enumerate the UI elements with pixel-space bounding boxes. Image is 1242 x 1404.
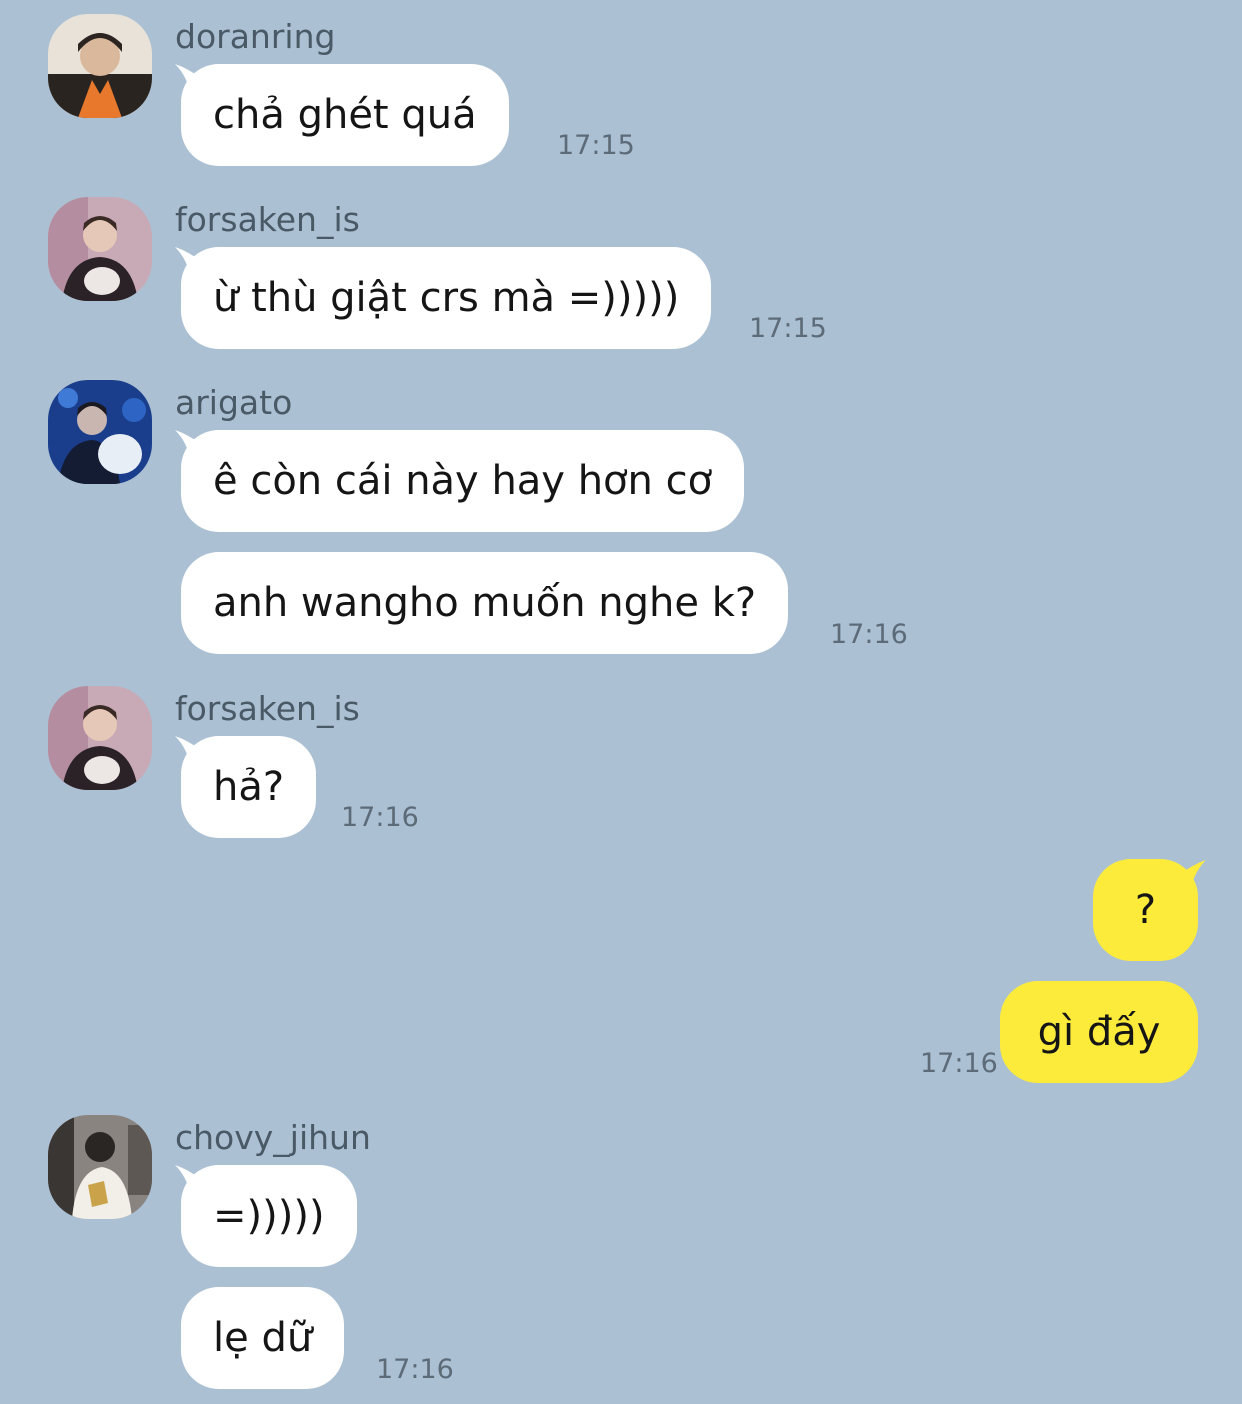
message-bubble[interactable]: hả? [181, 736, 317, 838]
sender-name: doranring [175, 17, 336, 56]
message-bubble[interactable]: lẹ dữ [181, 1287, 345, 1389]
message-bubble[interactable]: ê còn cái này hay hơn cơ [181, 430, 745, 532]
sender-name: forsaken_is [175, 689, 360, 728]
message-time: 17:16 [830, 619, 908, 650]
message-time: 17:15 [749, 313, 827, 344]
message-bubble[interactable]: ừ thù giật crs mà =))))) [181, 247, 712, 349]
profile-photo-icon [48, 380, 152, 484]
message-bubble[interactable]: chả ghét quá [181, 64, 509, 166]
profile-photo-icon [48, 1115, 152, 1219]
message-bubble-outgoing[interactable]: ? [1093, 859, 1198, 961]
avatar-forsaken_is[interactable] [48, 197, 152, 301]
avatar-forsaken_is[interactable] [48, 686, 152, 790]
message-time: 17:16 [341, 802, 419, 833]
sender-name: chovy_jihun [175, 1118, 371, 1157]
sender-name: forsaken_is [175, 200, 360, 239]
message-bubble[interactable]: =))))) [181, 1165, 357, 1267]
sender-name: arigato [175, 383, 293, 422]
avatar-arigato[interactable] [48, 380, 152, 484]
message-time: 17:16 [920, 1048, 998, 1079]
message-time: 17:16 [376, 1354, 454, 1385]
message-bubble[interactable]: anh wangho muốn nghe k? [181, 552, 789, 654]
profile-photo-icon [48, 197, 152, 301]
profile-photo-icon [48, 686, 152, 790]
profile-photo-icon [48, 14, 152, 118]
avatar-chovy_jihun[interactable] [48, 1115, 152, 1219]
message-time: 17:15 [557, 130, 635, 161]
message-bubble-outgoing[interactable]: gì đấy [1000, 981, 1198, 1083]
avatar-doranring[interactable] [48, 14, 152, 118]
